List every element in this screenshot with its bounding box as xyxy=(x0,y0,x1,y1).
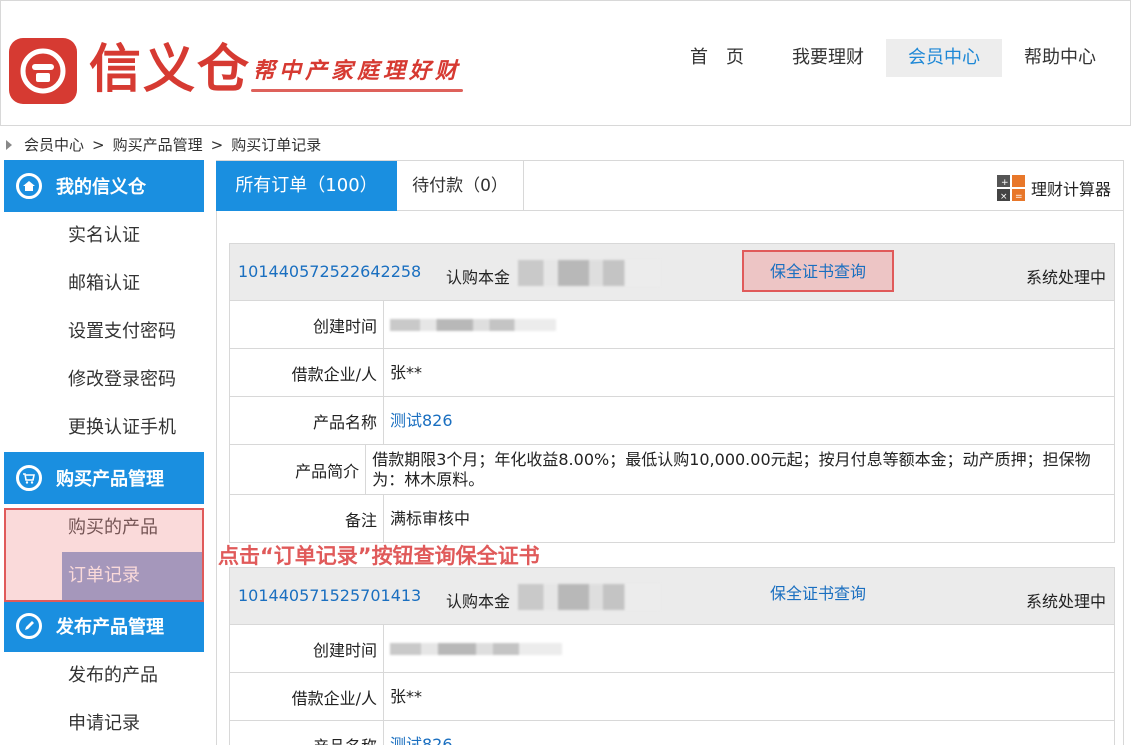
row-label: 创建时间 xyxy=(230,625,384,672)
row-value: 借款期限3个月；年化收益8.00%；最低认购10,000.00元起；按月付息等额… xyxy=(372,449,1091,489)
order-tabs: 所有订单（100） 待付款（0） + × = 理财计算器 xyxy=(216,161,1123,211)
order-row-created: 创建时间 xyxy=(230,624,1114,672)
calculator-icon: + × = xyxy=(996,175,1025,202)
order-status: 系统处理中 xyxy=(1025,268,1106,287)
tab-pending-payment[interactable]: 待付款（0） xyxy=(397,161,524,211)
svg-text:×: × xyxy=(1000,192,1008,201)
brand-name[interactable]: 信义仓 xyxy=(89,35,251,105)
home-icon xyxy=(16,173,42,199)
cert-query-button[interactable]: 保全证书查询 xyxy=(742,574,894,616)
slogan-underline xyxy=(251,89,463,92)
sidebar-item-published-products[interactable]: 发布的产品 xyxy=(4,652,204,700)
sidebar-section-purchase[interactable]: 购买产品管理 xyxy=(4,452,204,504)
brand-slogan: 帮中产家庭理好财 xyxy=(253,58,462,84)
svg-text:+: + xyxy=(1001,178,1009,188)
product-link[interactable]: 测试826 xyxy=(384,735,465,745)
amount-label: 认购本金 xyxy=(446,268,511,287)
order-id[interactable]: 101440571525701413 xyxy=(238,586,421,605)
nav-home[interactable]: 首页 xyxy=(668,39,770,77)
breadcrumb-member-center[interactable]: 会员中心 xyxy=(24,134,84,155)
row-label: 产品简介 xyxy=(230,445,367,494)
sidebar-item-change-phone[interactable]: 更换认证手机 xyxy=(4,404,204,452)
svg-text:=: = xyxy=(1015,192,1023,201)
row-label: 产品名称 xyxy=(230,397,384,444)
breadcrumb-current: 购买订单记录 xyxy=(231,136,322,154)
order-row-product-name: 产品名称 测试826 xyxy=(230,720,1114,745)
breadcrumb-purchase-management[interactable]: 购买产品管理 xyxy=(113,134,203,155)
logo-icon[interactable] xyxy=(9,38,77,104)
sidebar-section-label: 发布产品管理 xyxy=(56,617,164,638)
order-row-product-name: 产品名称 测试826 xyxy=(230,396,1114,444)
product-link[interactable]: 测试826 xyxy=(384,411,465,431)
amount-label: 认购本金 xyxy=(446,592,511,611)
row-label: 创建时间 xyxy=(230,301,384,348)
sidebar-item-pay-password[interactable]: 设置支付密码 xyxy=(4,308,204,356)
sidebar: 我的信义仓 实名认证 邮箱认证 设置支付密码 修改登录密码 更换认证手机 购买产… xyxy=(4,160,204,745)
order-status: 系统处理中 xyxy=(1025,592,1106,611)
calculator-label: 理财计算器 xyxy=(1030,180,1111,199)
edit-icon xyxy=(16,613,42,639)
nav-invest[interactable]: 我要理财 xyxy=(770,39,886,77)
row-value: 满标审核中 xyxy=(390,508,471,528)
tab-all-orders[interactable]: 所有订单（100） xyxy=(216,161,397,211)
sidebar-item-real-name[interactable]: 实名认证 xyxy=(4,212,204,260)
row-label: 产品名称 xyxy=(230,721,384,745)
order-row-created: 创建时间 xyxy=(230,300,1114,348)
breadcrumb-separator: > xyxy=(92,135,105,154)
order-row-remark: 备注 满标审核中 xyxy=(230,494,1114,542)
row-value: 张** xyxy=(390,362,423,382)
instruction-annotation: 点击“订单记录”按钮查询保全证书 xyxy=(218,544,540,568)
order-row-borrower: 借款企业/人 张** xyxy=(230,672,1114,720)
order-header: 101440572522642258 认购本金 保全证书查询 系统处理中 xyxy=(230,244,1114,300)
nav-member-center[interactable]: 会员中心 xyxy=(886,39,1002,77)
row-label: 备注 xyxy=(230,495,384,542)
breadcrumb: 会员中心 > 购买产品管理 > 购买订单记录 xyxy=(6,134,321,155)
sidebar-item-email[interactable]: 邮箱认证 xyxy=(4,260,204,308)
sidebar-item-apply-records[interactable]: 申请记录 xyxy=(4,700,204,745)
sidebar-section-publish[interactable]: 发布产品管理 xyxy=(4,600,204,652)
created-time-redacted xyxy=(384,639,584,659)
cert-query-button[interactable]: 保全证书查询 xyxy=(742,250,894,292)
row-label: 借款企业/人 xyxy=(230,673,384,720)
row-value: 张** xyxy=(390,686,423,706)
order-id[interactable]: 101440572522642258 xyxy=(238,262,421,281)
order-row-borrower: 借款企业/人 张** xyxy=(230,348,1114,396)
main-nav: 首页 我要理财 会员中心 帮助中心 xyxy=(668,39,1118,77)
redaction-block xyxy=(390,318,556,331)
amount-redacted xyxy=(518,584,660,610)
order-row-product-summary: 产品简介 借款期限3个月；年化收益8.00%；最低认购10,000.00元起；按… xyxy=(230,444,1114,494)
site-header: 信义仓 帮中产家庭理好财 首页 我要理财 会员中心 帮助中心 xyxy=(0,0,1131,126)
order-card: 101440571525701413 认购本金 保全证书查询 系统处理中 创建时… xyxy=(229,567,1115,745)
order-header: 101440571525701413 认购本金 保全证书查询 系统处理中 xyxy=(230,568,1114,624)
redaction-block xyxy=(390,642,562,655)
amount-redacted xyxy=(518,260,660,286)
cart-icon xyxy=(16,465,42,491)
calculator-button[interactable]: + × = 理财计算器 xyxy=(996,175,1111,202)
highlight-box xyxy=(4,508,204,602)
created-time-redacted xyxy=(384,315,584,335)
order-card: 101440572522642258 认购本金 保全证书查询 系统处理中 创建时… xyxy=(229,243,1115,543)
sidebar-item-login-password[interactable]: 修改登录密码 xyxy=(4,356,204,404)
sidebar-section-label: 我的信义仓 xyxy=(56,177,146,198)
main-content: 所有订单（100） 待付款（0） + × = 理财计算器 10144057252… xyxy=(216,160,1124,745)
nav-help-center[interactable]: 帮助中心 xyxy=(1002,39,1118,77)
row-label: 借款企业/人 xyxy=(230,349,384,396)
sidebar-section-my-account[interactable]: 我的信义仓 xyxy=(4,160,204,212)
breadcrumb-arrow-icon xyxy=(6,139,12,150)
sidebar-section-label: 购买产品管理 xyxy=(56,469,164,490)
breadcrumb-separator: > xyxy=(210,135,224,154)
